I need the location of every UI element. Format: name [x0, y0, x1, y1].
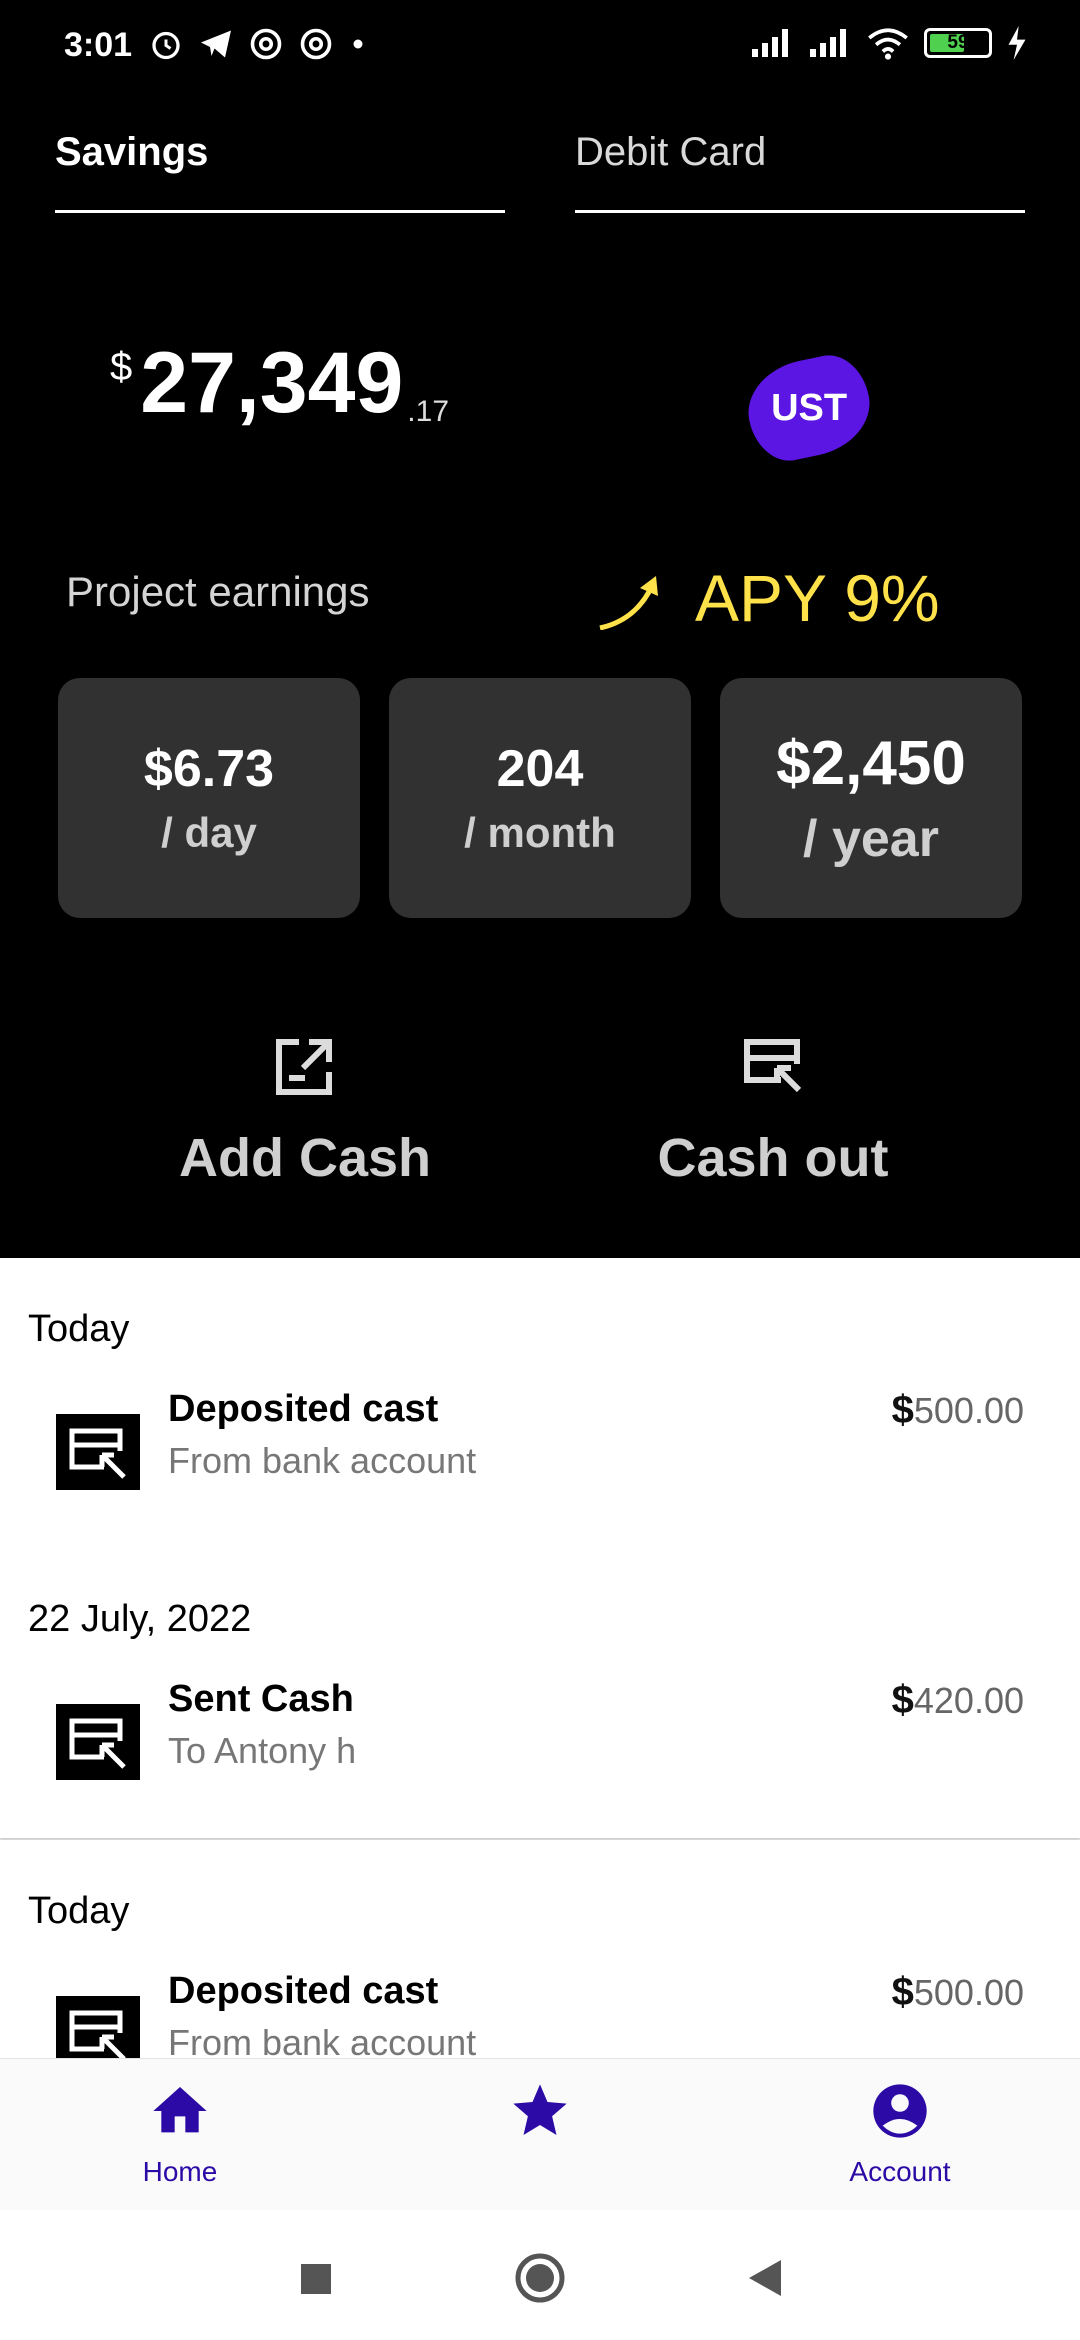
system-navigation-bar	[0, 2210, 1080, 2340]
tab-savings-label: Savings	[55, 130, 209, 174]
transaction-amount-value: 500.00	[913, 1972, 1024, 2013]
transaction-subtitle: To Antony h	[168, 1730, 357, 1771]
project-earnings-label: Project earnings	[66, 568, 370, 615]
transaction-card[interactable]: 22 July, 2022 Sent Cash To Antony h $420…	[0, 1548, 1080, 1838]
earnings-day-card: $6.73 / day	[58, 678, 360, 918]
tab-debit-card-label: Debit Card	[575, 130, 767, 174]
signal-icon	[752, 29, 788, 57]
transaction-title: Sent Cash	[168, 1678, 354, 1720]
transaction-title: Deposited cast	[168, 1970, 439, 2012]
balance: $ 27,349 .17	[110, 335, 449, 431]
earnings-month-unit: / month	[464, 809, 616, 856]
nav-home[interactable]: Home	[80, 2079, 280, 2188]
transaction-subtitle: From bank account	[168, 2022, 477, 2058]
earnings-day-value: $6.73	[143, 740, 275, 798]
balance-currency: $	[110, 345, 133, 389]
tab-savings[interactable]: Savings	[55, 130, 505, 214]
account-circle-icon	[873, 2084, 927, 2138]
transaction-title: Deposited cast	[168, 1388, 439, 1430]
home-circle-icon[interactable]	[510, 2248, 570, 2308]
transaction-date: Today	[28, 1308, 130, 1350]
tab-debit-card[interactable]: Debit Card	[575, 130, 1025, 214]
wifi-icon	[868, 28, 908, 60]
alarm-icon	[152, 31, 180, 60]
transaction-amount-value: 500.00	[913, 1390, 1024, 1431]
back-triangle-icon[interactable]	[735, 2248, 795, 2308]
cash-out-label: Cash out	[657, 1128, 889, 1188]
transaction-card[interactable]: Today Deposited cast From bank account $…	[0, 1258, 1080, 1548]
earnings-year-value: $2,450	[776, 728, 966, 798]
balance-amount: 27,349	[140, 335, 404, 431]
transaction-amount-value: 420.00	[913, 1680, 1024, 1721]
battery-icon: 59	[924, 28, 992, 58]
add-cash-icon	[276, 1039, 332, 1095]
status-left-icons	[148, 26, 368, 62]
nav-favorites[interactable]	[440, 2079, 640, 2156]
transaction-icon	[56, 1414, 140, 1490]
token-badge[interactable]: UST	[739, 348, 879, 468]
transaction-currency: $	[891, 1678, 914, 1722]
tab-underline	[55, 210, 505, 213]
status-right-icons: 59	[750, 26, 1028, 60]
token-badge-label: UST	[771, 386, 847, 429]
earnings-year-unit: / year	[803, 809, 939, 868]
transaction-icon	[56, 1996, 140, 2058]
status-time: 3:01	[64, 26, 133, 64]
status-bar: 3:01 59	[0, 0, 1080, 96]
tab-underline	[575, 210, 1025, 213]
at-icon	[300, 28, 332, 60]
earnings-year-card: $2,450 / year	[720, 678, 1022, 918]
transaction-subtitle: From bank account	[168, 1440, 477, 1481]
cash-out-icon	[744, 1039, 802, 1093]
cash-out-button[interactable]: Cash out	[573, 1030, 973, 1189]
signal-icon	[810, 29, 846, 57]
battery-level: 59	[947, 32, 969, 53]
bottom-navigation: Home Account	[0, 2058, 1080, 2210]
earnings-month-card: 204 / month	[389, 678, 691, 918]
nav-home-label: Home	[142, 2156, 218, 2187]
transaction-icon	[56, 1704, 140, 1780]
nav-account-label: Account	[849, 2156, 951, 2187]
earnings-day-unit: / day	[161, 809, 257, 856]
transaction-amount: $500.00	[892, 1388, 1024, 1433]
home-icon	[153, 2087, 207, 2133]
transaction-amount: $420.00	[892, 1678, 1024, 1723]
add-cash-button[interactable]: Add Cash	[105, 1030, 505, 1189]
earnings-month-value: 204	[496, 740, 584, 798]
dot-icon	[353, 39, 363, 49]
transaction-currency: $	[891, 1388, 914, 1432]
trend-up-arrow-icon	[599, 576, 658, 630]
transaction-list[interactable]: Today Deposited cast From bank account $…	[0, 1258, 1080, 2058]
transaction-amount: $500.00	[892, 1970, 1024, 2015]
apy-value: APY 9%	[695, 561, 940, 635]
nav-account[interactable]: Account	[800, 2079, 1000, 2188]
transaction-date: 22 July, 2022	[28, 1598, 252, 1640]
transaction-currency: $	[891, 1970, 914, 2014]
charging-icon	[1008, 26, 1026, 60]
star-icon	[513, 2084, 567, 2135]
recents-square-icon[interactable]	[285, 2248, 345, 2308]
transaction-card[interactable]: Today Deposited cast From bank account $…	[0, 1840, 1080, 2058]
at-icon	[250, 28, 282, 60]
balance-cents: .17	[407, 395, 450, 428]
add-cash-label: Add Cash	[178, 1128, 432, 1188]
telegram-icon	[201, 30, 231, 58]
transaction-date: Today	[28, 1890, 130, 1932]
